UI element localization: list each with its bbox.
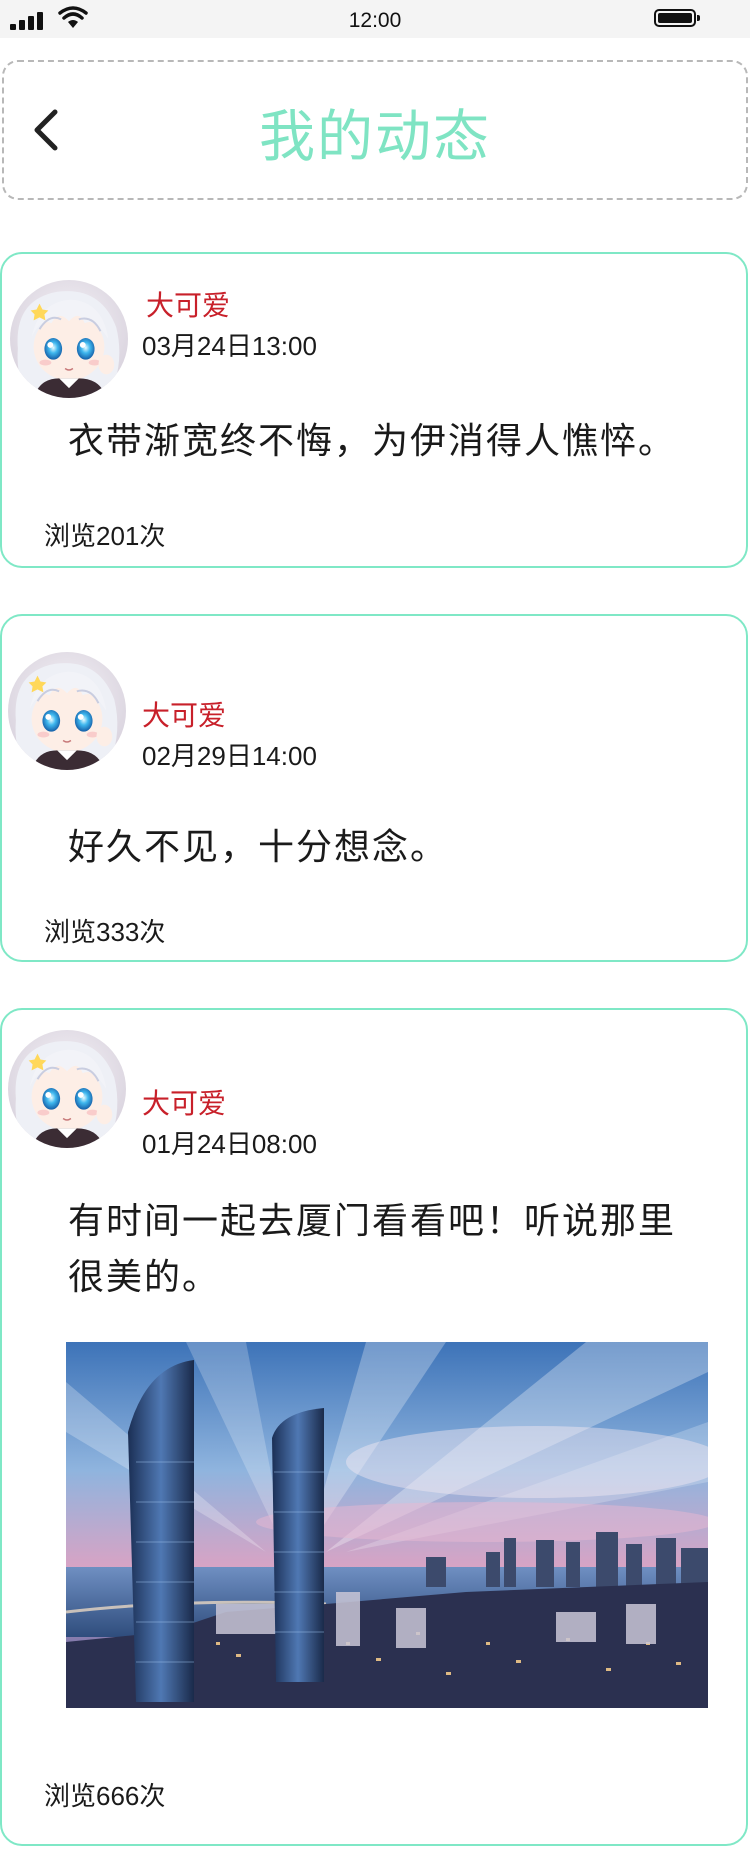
status-time: 12:00 <box>348 9 402 32</box>
view-count: 浏览666次 <box>44 1781 166 1811</box>
post-content-line: 有时间一起去厦门看看吧！听说那里 <box>68 1201 677 1242</box>
post-username[interactable]: 大可爱 <box>142 694 226 734</box>
battery-icon <box>654 9 700 27</box>
post-username[interactable]: 大可爱 <box>142 1082 226 1122</box>
post-username[interactable]: 大可爱 <box>146 284 230 324</box>
post-time: 01月24日08:00 <box>142 1129 317 1159</box>
post-content-line: 很美的。 <box>68 1257 221 1298</box>
post-time: 02月29日14:00 <box>142 741 317 771</box>
post-content: 衣带渐宽终不悔，为伊消得人憔悴。 <box>68 421 677 462</box>
city-skyline-photo[interactable] <box>66 1342 708 1708</box>
view-count: 浏览201次 <box>44 521 166 551</box>
page-header: 我的动态 <box>2 60 748 200</box>
post-content: 有时间一起去厦门看看吧！听说那里 很美的。 <box>68 1194 676 1306</box>
status-bar: 12:00 <box>0 0 750 38</box>
post-card[interactable]: 大可爱 02月29日14:00 好久不见，十分想念。 浏览333次 <box>0 614 748 962</box>
post-card[interactable]: 大可爱 03月24日13:00 衣带渐宽终不悔，为伊消得人憔悴。 浏览201次 <box>0 252 748 568</box>
post-card[interactable]: 大可爱 01月24日08:00 有时间一起去厦门看看吧！听说那里 很美的。 浏览… <box>0 1008 748 1846</box>
page-title: 我的动态 <box>259 105 491 168</box>
avatar[interactable] <box>8 652 126 770</box>
post-time: 03月24日13:00 <box>142 331 317 361</box>
avatar[interactable] <box>8 1030 126 1148</box>
view-count: 浏览333次 <box>44 917 166 947</box>
post-content: 好久不见，十分想念。 <box>68 827 449 868</box>
avatar[interactable] <box>10 280 128 398</box>
